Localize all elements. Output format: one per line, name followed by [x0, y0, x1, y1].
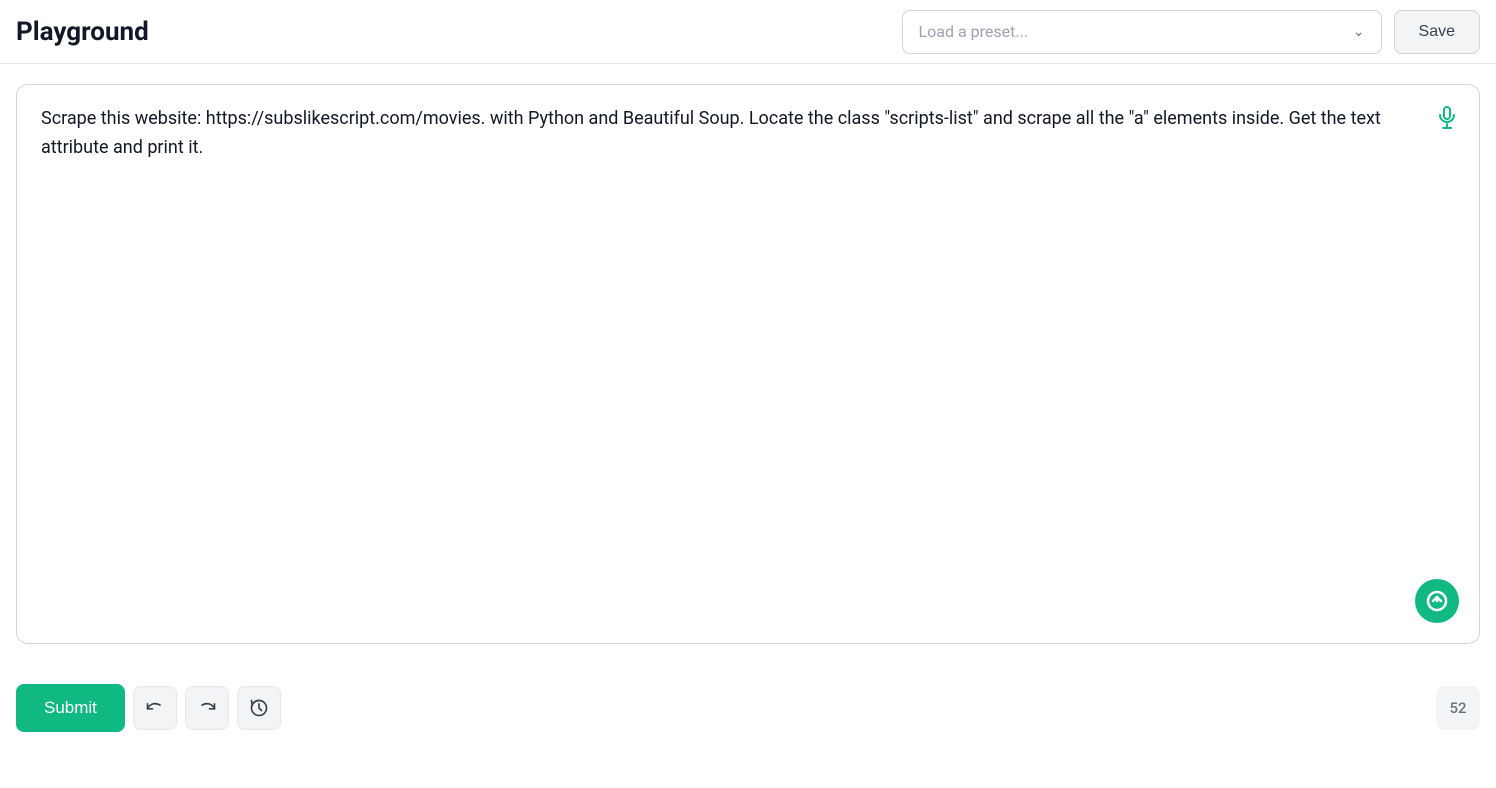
main-content: Scrape this website: https://subslikescr… — [0, 64, 1496, 664]
undo-button[interactable] — [133, 686, 177, 730]
history-button[interactable] — [237, 686, 281, 730]
chevron-down-icon: ⌄ — [1353, 24, 1365, 40]
preset-dropdown[interactable]: Load a preset... ⌄ — [902, 10, 1382, 54]
footer: Submit 52 — [0, 672, 1496, 744]
header-controls: Load a preset... ⌄ Save — [902, 10, 1480, 54]
preset-placeholder: Load a preset... — [919, 22, 1028, 41]
history-icon — [249, 698, 269, 718]
prompt-text[interactable]: Scrape this website: https://subslikescr… — [41, 105, 1395, 163]
footer-controls: Submit — [16, 684, 281, 732]
char-count: 52 — [1436, 686, 1480, 730]
submit-button[interactable]: Submit — [16, 684, 125, 732]
page-title: Playground — [16, 17, 149, 47]
save-button[interactable]: Save — [1394, 10, 1480, 54]
undo-icon — [145, 698, 165, 718]
redo-icon — [197, 698, 217, 718]
app-header: Playground Load a preset... ⌄ Save — [0, 0, 1496, 64]
prompt-container: Scrape this website: https://subslikescr… — [16, 84, 1480, 644]
send-icon-button[interactable] — [1415, 579, 1459, 623]
redo-button[interactable] — [185, 686, 229, 730]
mic-icon[interactable] — [1435, 105, 1459, 135]
